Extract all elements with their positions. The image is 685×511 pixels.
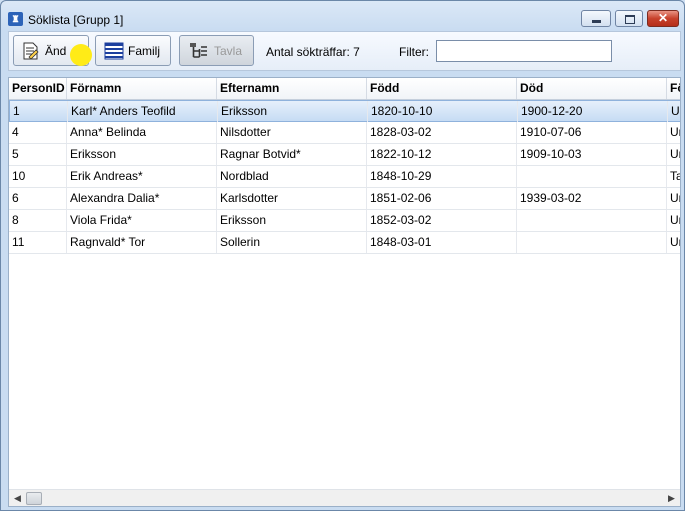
table-cell: Ur xyxy=(668,101,680,122)
table-cell: Alexandra Dalia* xyxy=(67,188,217,209)
toolbar: Änd Familj Tavla Antal sökträffar: 7 Fil… xyxy=(8,31,681,71)
table-cell: Eriksson xyxy=(217,210,367,231)
edit-button[interactable]: Änd xyxy=(13,35,92,66)
table-cell: Sollerin xyxy=(217,232,367,253)
table-cell: Ur xyxy=(667,144,680,165)
table-cell: Erik Andreas* xyxy=(67,166,217,187)
table-row[interactable]: 6 Alexandra Dalia* Karlsdotter 1851-02-06 19… xyxy=(9,188,680,210)
table-cell: 10 xyxy=(9,166,67,187)
column-header[interactable]: Förnamn xyxy=(67,78,217,99)
family-list-icon xyxy=(104,42,124,60)
table-row[interactable]: 1 Karl* Anders Teofild Eriksson 1820-10-10 1… xyxy=(9,100,680,122)
edit-document-icon xyxy=(23,42,39,60)
column-header[interactable]: PersonID xyxy=(9,78,67,99)
table-cell: Ta xyxy=(667,166,680,187)
table-cell: 1848-10-29 xyxy=(367,166,517,187)
table-cell: Karlsdotter xyxy=(217,188,367,209)
table-cell: 5 xyxy=(9,144,67,165)
table-row[interactable]: 4 Anna* Belinda Nilsdotter 1828-03-02 1910-0… xyxy=(9,122,680,144)
table-cell: Eriksson xyxy=(218,101,368,122)
result-count: Antal sökträffar: 7 xyxy=(266,45,360,59)
table-cell: Viola Frida* xyxy=(67,210,217,231)
column-header[interactable]: Efternamn xyxy=(217,78,367,99)
column-header[interactable]: Död xyxy=(517,78,667,99)
table-cell: 6 xyxy=(9,188,67,209)
table-cell: 1851-02-06 xyxy=(367,188,517,209)
column-header[interactable]: Fö xyxy=(667,78,680,99)
table-row[interactable]: 5 Eriksson Ragnar Botvid* 1822-10-12 1909-10… xyxy=(9,144,680,166)
table-cell: 1939-03-02 xyxy=(517,188,667,209)
scroll-right-icon[interactable]: ▶ xyxy=(663,490,680,506)
board-button-label: Tavla xyxy=(214,44,243,58)
edit-button-label: Änd xyxy=(45,44,67,58)
table-cell: 4 xyxy=(9,122,67,143)
window-title: Söklista [Grupp 1] xyxy=(28,13,124,27)
table-cell: Ragnar Botvid* xyxy=(217,144,367,165)
maximize-icon xyxy=(625,15,635,24)
table-cell xyxy=(517,210,667,231)
table-cell: 8 xyxy=(9,210,67,231)
family-tree-app-icon: ♜ xyxy=(8,12,23,26)
table-cell: Ur xyxy=(667,232,680,253)
filter-input[interactable] xyxy=(436,40,612,62)
table-cell: 1909-10-03 xyxy=(517,144,667,165)
board-button[interactable]: Tavla xyxy=(179,35,254,66)
horizontal-scrollbar[interactable]: ◀ ▶ xyxy=(9,489,680,506)
maximize-button[interactable] xyxy=(615,10,643,27)
minimize-button[interactable] xyxy=(581,10,611,27)
table-cell xyxy=(517,166,667,187)
scroll-left-icon[interactable]: ◀ xyxy=(9,490,26,506)
table-cell: 1900-12-20 xyxy=(518,101,668,122)
table-header: PersonIDFörnamnEfternamnFöddDödFö xyxy=(9,78,680,100)
table-row[interactable]: 10Erik Andreas*Nordblad1848-10-29 Ta xyxy=(9,166,680,188)
search-list-window: ♜ Söklista [Grupp 1] ✕ Änd Familj Tavla … xyxy=(0,0,685,511)
table-cell: Ragnvald* Tor xyxy=(67,232,217,253)
table-cell: 1852-03-02 xyxy=(367,210,517,231)
table-cell: 11 xyxy=(9,232,67,253)
table-cell: 1 xyxy=(10,101,68,122)
column-header[interactable]: Född xyxy=(367,78,517,99)
cursor-highlight xyxy=(70,44,92,66)
table-cell: 1822-10-12 xyxy=(367,144,517,165)
table-cell: Nordblad xyxy=(217,166,367,187)
table-row[interactable]: 11Ragnvald* TorSollerin1848-03-01 Ur xyxy=(9,232,680,254)
close-icon: ✕ xyxy=(657,11,669,25)
scrollbar-thumb[interactable] xyxy=(26,492,42,505)
table-cell: 1820-10-10 xyxy=(368,101,518,122)
table-cell: Ur xyxy=(667,210,680,231)
table-cell: Karl* Anders Teofild xyxy=(68,101,218,122)
family-button-label: Familj xyxy=(128,44,160,58)
table-cell: 1828-03-02 xyxy=(367,122,517,143)
table-cell: Nilsdotter xyxy=(217,122,367,143)
filter-label: Filter: xyxy=(399,45,429,59)
table-cell: 1910-07-06 xyxy=(517,122,667,143)
table-cell: 1848-03-01 xyxy=(367,232,517,253)
title-bar[interactable]: ♜ Söklista [Grupp 1] ✕ xyxy=(1,1,684,31)
close-button[interactable]: ✕ xyxy=(647,10,679,27)
table-cell: Ur xyxy=(667,188,680,209)
table-row[interactable]: 8Viola Frida*Eriksson1852-03-02 Ur xyxy=(9,210,680,232)
table-cell: Anna* Belinda xyxy=(67,122,217,143)
results-table: PersonIDFörnamnEfternamnFöddDödFö 1Karl*… xyxy=(8,77,681,507)
table-cell: Ur xyxy=(667,122,680,143)
family-button[interactable]: Familj xyxy=(95,35,171,66)
minimize-icon xyxy=(592,20,601,23)
table-cell: Eriksson xyxy=(67,144,217,165)
table-cell xyxy=(517,232,667,253)
tree-board-icon xyxy=(190,43,207,58)
